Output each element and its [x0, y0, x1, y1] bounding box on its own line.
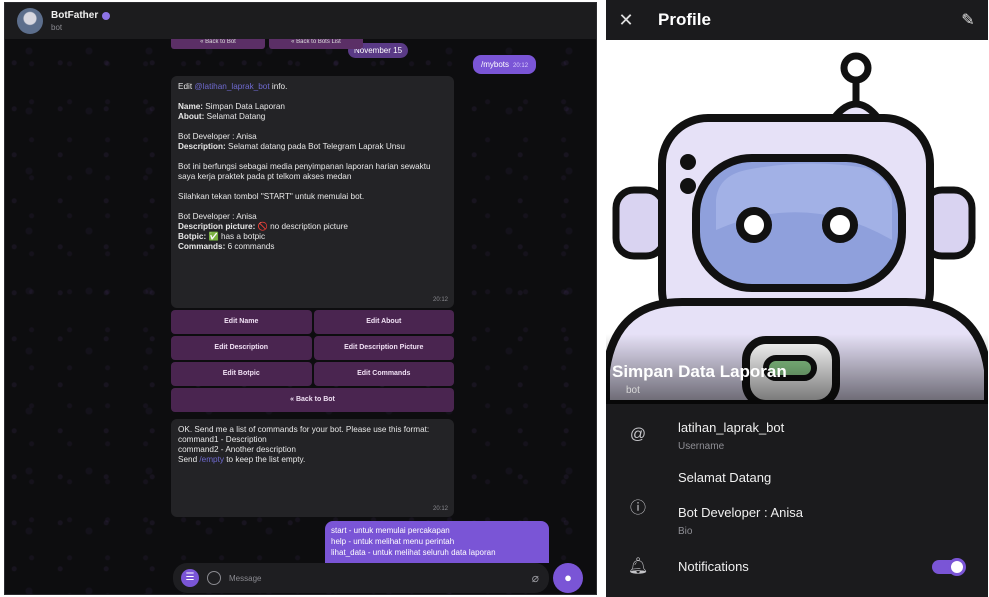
text: info. [269, 82, 288, 91]
username-value: latihan_laprak_bot [678, 420, 785, 435]
command-help: help - untuk melihat menu perintah [331, 537, 455, 546]
prompt-line: OK. Send me a list of commands for your … [178, 425, 430, 434]
profile-header: ✕ Profile ✎ [606, 0, 988, 40]
back-to-bot-button[interactable]: « Back to Bot [171, 39, 265, 49]
format-line-2: command2 - Another description [178, 445, 296, 454]
menu-icon[interactable]: ☰ [181, 569, 199, 587]
botfather-chat-window: BotFather bot « Back to Bot « Back to Bo… [4, 2, 597, 595]
name-line: Name: Simpan Data Laporan [178, 102, 447, 112]
label: Description picture: [178, 222, 256, 231]
value: Selamat datang pada Bot Telegram Laprak … [225, 142, 405, 151]
notifications-row[interactable]: 🔔︎ Notifications [606, 548, 988, 588]
developer-line-2: Bot Developer : Anisa [178, 212, 257, 221]
description-line: Description: Selamat datang pada Bot Tel… [178, 142, 447, 152]
inline-keyboard: Edit Name Edit About Edit Description Ed… [171, 310, 454, 412]
format-line-1: command1 - Description [178, 435, 267, 444]
bot-profile-picture[interactable]: Simpan Data Laporan bot [606, 40, 988, 404]
bio-label: Bio [678, 526, 693, 537]
emoji-icon[interactable] [207, 571, 221, 585]
bot-username-link[interactable]: @latihan_laprak_bot [194, 82, 269, 91]
message-input[interactable]: Message [229, 574, 532, 583]
value: ✅ has a botpic [206, 232, 266, 241]
profile-title: Profile [658, 10, 711, 29]
message-time: 20:12 [513, 63, 529, 69]
edit-description-button[interactable]: Edit Description [171, 336, 312, 360]
username-label: Username [678, 441, 725, 452]
chat-subtitle: bot [51, 23, 63, 32]
value: 6 commands [225, 242, 275, 251]
notifications-label: Notifications [678, 559, 749, 574]
incoming-message-bot-info[interactable]: Edit @latihan_laprak_bot info. Name: Sim… [171, 76, 454, 308]
incoming-message-commands-prompt[interactable]: OK. Send me a list of commands for your … [171, 419, 454, 517]
text: Send [178, 455, 200, 464]
text: to keep the list empty. [223, 455, 306, 464]
botpic-line: Botpic: ✅ has a botpic [178, 232, 447, 242]
about-line: About: Selamat Datang [178, 112, 447, 122]
empty-hint-line: Send /empty to keep the list empty. [178, 455, 447, 465]
info-icon: ⓘ [629, 500, 646, 517]
profile-bot-type: bot [626, 385, 640, 396]
username-row[interactable]: @ latihan_laprak_bot Username [606, 414, 988, 460]
edit-commands-button[interactable]: Edit Commands [313, 362, 454, 386]
paperclip-icon[interactable]: ⌀ [532, 571, 539, 585]
bio-row[interactable]: ⓘ Selamat Datang Bot Developer : Anisa B… [606, 462, 988, 542]
label: About: [178, 112, 205, 121]
edit-description-picture-button[interactable]: Edit Description Picture [313, 336, 454, 360]
commands-line: Commands: 6 commands [178, 242, 447, 252]
label: Botpic: [178, 232, 207, 241]
message-time: 20:12 [432, 297, 448, 303]
empty-command-link[interactable]: /empty [199, 455, 224, 464]
message-time: 20:12 [432, 506, 448, 512]
botfather-avatar[interactable] [17, 8, 43, 34]
value: Selamat Datang [204, 112, 266, 121]
chat-title: BotFather [51, 10, 99, 21]
outgoing-message-command-list[interactable]: start - untuk memulai percakapan help - … [325, 521, 549, 563]
value: 🚫 no description picture [255, 222, 348, 231]
developer-line: Bot Developer : Anisa [178, 132, 257, 141]
back-to-bots-list-button[interactable]: « Back to Bots List [269, 39, 363, 49]
value: Simpan Data Laporan [203, 102, 285, 111]
edit-name-button[interactable]: Edit Name [171, 310, 312, 334]
text: Edit [178, 82, 195, 91]
chat-header[interactable]: BotFather bot [5, 3, 596, 39]
notifications-toggle[interactable] [932, 558, 966, 576]
description-paragraph-2: Silahkan tekan tombol "START" untuk memu… [178, 192, 365, 201]
previous-inline-keyboard: « Back to Bot « Back to Bots List [171, 39, 363, 49]
close-icon[interactable]: ✕ [606, 10, 646, 31]
bot-profile-panel: ✕ Profile ✎ Simpan Data Laporan bot @ la… [606, 0, 988, 597]
bio-line-1: Selamat Datang [678, 470, 772, 485]
edit-botpic-button[interactable]: Edit Botpic [171, 362, 312, 386]
bell-icon: 🔔︎ [627, 558, 649, 575]
command-start: start - untuk memulai percakapan [331, 526, 450, 535]
microphone-icon[interactable]: ● [553, 563, 583, 593]
verified-badge-icon [102, 11, 111, 20]
label: Name: [178, 102, 204, 111]
message-composer: ☰ Message ⌀ [173, 563, 549, 593]
description-picture-line: Description picture: 🚫 no description pi… [178, 222, 447, 232]
outgoing-message-mybots[interactable]: /mybots 20:12 [473, 55, 537, 74]
edit-pencil-icon[interactable]: ✎ [948, 10, 988, 30]
label: Description: [178, 142, 226, 151]
chat-title-row: BotFather [51, 10, 111, 21]
command-lihat-data: lihat_data - untuk melihat seluruh data … [331, 548, 496, 557]
description-paragraph-1: Bot ini berfungsi sebagai media penyimpa… [178, 162, 431, 181]
message-text: /mybots [481, 60, 510, 69]
profile-bot-name: Simpan Data Laporan [612, 362, 787, 381]
edit-info-line: Edit @latihan_laprak_bot info. [178, 82, 447, 92]
edit-about-button[interactable]: Edit About [313, 310, 454, 334]
at-sign-icon: @ [629, 426, 647, 443]
back-to-bot-button[interactable]: « Back to Bot [171, 388, 454, 412]
label: Commands: [178, 242, 226, 251]
bio-line-2: Bot Developer : Anisa [678, 505, 804, 520]
